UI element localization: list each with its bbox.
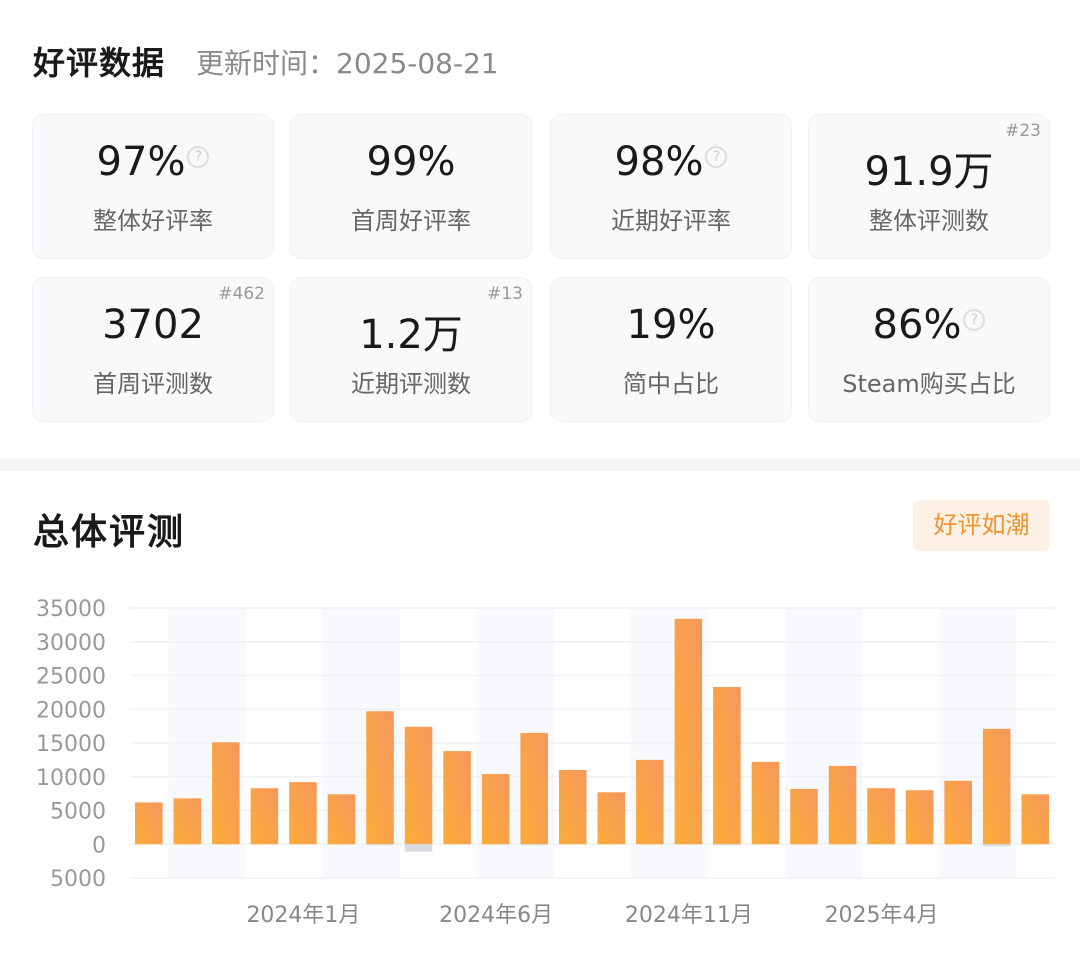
stat-card[interactable]: 97%? 整体好评率 (32, 114, 274, 259)
y-tick-label: 30000 (36, 631, 106, 656)
positive-bar (212, 742, 240, 845)
positive-bar (327, 794, 356, 845)
positive-bar (713, 686, 741, 845)
positive-bar (751, 761, 780, 845)
stat-card[interactable]: 91.9万整体评测数 #23 (808, 114, 1050, 259)
section-divider (0, 459, 1080, 471)
negative-bar (404, 844, 433, 852)
positive-bar (135, 802, 163, 845)
page-title: 好评数据 (33, 44, 166, 82)
positive-bar (481, 774, 510, 845)
positive-bar (250, 788, 279, 845)
stat-value: 1.2万 (359, 312, 463, 358)
stat-card[interactable]: 99% 首周好评率 (290, 114, 532, 259)
positive-bar (1021, 794, 1049, 845)
stat-label: 近期评测数 (351, 370, 471, 398)
y-tick-label: 20000 (36, 698, 106, 723)
rank-label: #23 (1005, 121, 1041, 141)
positive-bar (597, 792, 626, 845)
stat-value: 91.9万 (864, 149, 994, 195)
positive-bar (443, 751, 471, 845)
positive-bar (366, 711, 394, 845)
stat-card[interactable]: 1.2万近期评测数 #13 (290, 277, 532, 422)
x-tick-label: 2024年11月 (625, 903, 753, 928)
positive-bar (558, 770, 587, 845)
stat-value: 99% (366, 139, 456, 185)
stat-card[interactable]: 19% 简中占比 (550, 277, 792, 422)
positive-bar (173, 798, 202, 845)
stat-value: 97%? (33, 139, 273, 185)
negative-bar (520, 844, 548, 846)
x-tick-label: 2024年1月 (246, 903, 360, 928)
stat-label: 首周评测数 (93, 370, 213, 398)
stat-value: 19% (626, 302, 716, 348)
review-bar-chart[interactable]: 35000 30000 25000 20000 15000 10000 5000 0 5000 2… (0, 590, 1080, 950)
y-tick-label: 15000 (36, 732, 106, 757)
positive-bar (982, 728, 1011, 845)
stat-label: 简中占比 (623, 370, 719, 398)
help-icon[interactable]: ? (705, 146, 728, 168)
stat-value: 86%? (809, 302, 1049, 348)
updated-time: 更新时间：2025-08-21 (196, 47, 499, 80)
stat-card[interactable]: 86%? Steam购买占比 (808, 277, 1050, 422)
positive-bar (404, 726, 433, 845)
y-tick-label: 35000 (36, 597, 106, 622)
positive-bar (944, 780, 972, 845)
positive-bar (828, 765, 857, 845)
positive-bar (867, 788, 895, 845)
positive-bar (520, 732, 548, 845)
stat-value: 98%? (551, 139, 791, 185)
negative-bar (982, 844, 1011, 847)
x-tick-label: 2024年6月 (439, 903, 553, 928)
stat-card[interactable]: 3702 首周评测数 #462 (32, 277, 274, 422)
stat-card[interactable]: 98%? 近期好评率 (550, 114, 792, 259)
rank-label: #13 (487, 284, 523, 304)
y-tick-label: 10000 (36, 766, 106, 791)
section-title: 总体评测 (33, 512, 186, 553)
y-tick-label: 5000 (50, 800, 106, 825)
y-tick-label: 25000 (36, 665, 106, 690)
negative-bar (713, 844, 741, 846)
positive-bar (905, 790, 934, 845)
negative-bar (366, 844, 394, 846)
positive-bar (790, 788, 818, 845)
rank-label: #462 (218, 284, 265, 304)
stat-label: 近期好评率 (611, 207, 731, 235)
stat-label: 整体好评率 (93, 207, 213, 235)
positive-bar (636, 759, 664, 845)
help-icon[interactable]: ? (963, 309, 986, 331)
stat-value: 3702 (102, 302, 204, 348)
positive-bar (289, 782, 317, 845)
rating-badge: 好评如潮 (913, 500, 1050, 551)
stat-label: Steam购买占比 (842, 370, 1016, 398)
y-tick-label: 0 (92, 833, 106, 858)
stat-label: 整体评测数 (869, 207, 989, 235)
help-icon[interactable]: ? (187, 146, 210, 168)
positive-bar (674, 618, 703, 845)
stat-label: 首周好评率 (351, 207, 471, 235)
x-tick-label: 2025年4月 (825, 903, 939, 928)
y-tick-label: 5000 (50, 867, 106, 892)
